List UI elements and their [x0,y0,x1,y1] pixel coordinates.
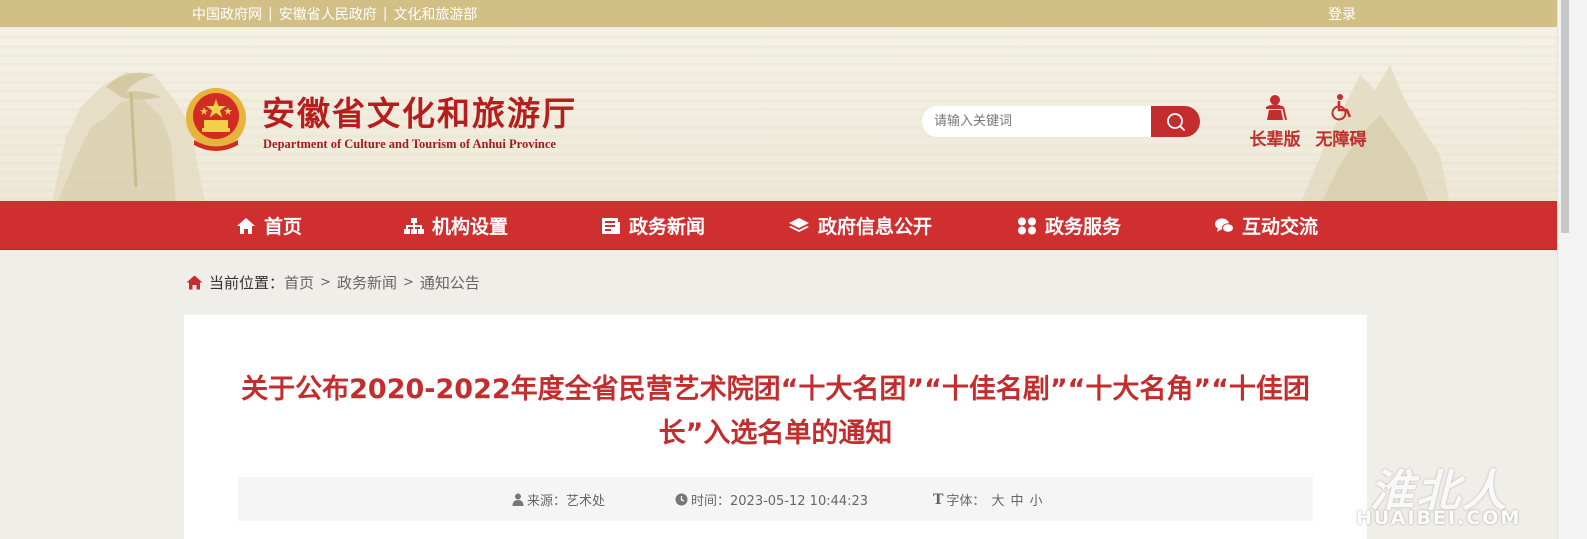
font-size-small[interactable]: 小 [1029,490,1042,509]
link-gov-cn[interactable]: 中国政府网 [192,4,262,24]
article-time: 时间：2023-05-12 10:44:23 [675,490,868,509]
watermark-en: HUAIBEI.COM [1356,507,1522,529]
breadcrumb-notices[interactable]: 通知公告 [420,272,480,293]
nav-item-news[interactable]: 政务新闻 [601,201,705,250]
breadcrumb-arrow: > [402,275,414,290]
breadcrumb-arrow: > [320,275,331,290]
font-icon: T [933,491,944,508]
article-title: 关于公布2020-2022年度全省民营艺术院团“十大名团”“十佳名剧”“十大名角… [241,374,1310,449]
org-chart-icon [404,217,424,234]
article-font-size: T 字体： 大 中 小 [933,490,1042,510]
main-nav: 首页 机构设置 政务新闻 政府信息公开 政务服务 互动交流 [0,201,1557,250]
elder-mode-label: 长辈版 [1249,130,1301,150]
nav-label: 机构设置 [432,216,509,238]
article-meta: 来源：艺术处 时间：2023-05-12 10:44:23 T 字体： 大 中 … [238,477,1313,521]
article-source: 来源：艺术处 [512,490,605,509]
separator: | [382,6,388,22]
page-scrollbar[interactable] [1557,0,1587,539]
grid-icon [1018,217,1036,234]
national-emblem-icon [186,88,246,151]
breadcrumb: 当前位置： 首页 > 政务新闻 > 通知公告 [186,272,480,293]
link-mct[interactable]: 文化和旅游部 [393,4,477,24]
home-icon [237,217,255,234]
news-icon [602,217,620,234]
accessibility-label: 无障碍 [1315,130,1367,150]
search-button[interactable] [1151,106,1200,137]
nav-item-interaction[interactable]: 互动交流 [1214,201,1318,250]
scrollbar-thumb[interactable] [1561,0,1569,233]
nav-label: 政务新闻 [629,216,706,238]
wheelchair-icon [1331,94,1352,121]
top-links: 中国政府网 | 安徽省人民政府 | 文化和旅游部 [192,4,477,24]
top-links-bar: 中国政府网 | 安徽省人民政府 | 文化和旅游部 登录 [0,0,1557,27]
watermark: 淮北人 HUAIBEI.COM [1356,455,1566,535]
nav-item-org[interactable]: 机构设置 [404,201,508,250]
breadcrumb-label: 当前位置： [209,274,285,292]
article-card: 关于公布2020-2022年度全省民营艺术院团“十大名团”“十佳名剧”“十大名角… [184,315,1367,539]
search-input[interactable] [922,106,1152,137]
nav-item-info-disclosure[interactable]: 政府信息公开 [788,201,932,250]
separator: | [268,6,273,22]
layers-icon [789,217,809,232]
time-text: 时间：2023-05-12 10:44:23 [691,494,869,509]
link-anhui-gov[interactable]: 安徽省人民政府 [279,4,377,24]
elder-icon [1266,95,1287,121]
login-link[interactable]: 登录 [1328,4,1356,24]
nav-label: 政府信息公开 [818,216,933,238]
accessibility-button[interactable]: 无障碍 [1311,93,1371,150]
nav-label: 互动交流 [1242,216,1319,238]
user-icon [512,493,524,506]
font-size-large[interactable]: 大 [991,490,1004,509]
search-icon [1166,112,1185,131]
font-size-medium[interactable]: 中 [1010,490,1023,509]
site-header: 安徽省文化和旅游厅 Department of Culture and Tour… [0,27,1557,201]
nav-label: 首页 [264,216,303,238]
home-icon [186,275,203,290]
source-text: 来源：艺术处 [527,494,606,509]
nav-label: 政务服务 [1045,216,1122,238]
site-title[interactable]: 安徽省文化和旅游厅 [262,87,577,135]
nav-item-home[interactable]: 首页 [236,201,302,250]
elder-mode-button[interactable]: 长辈版 [1245,93,1305,150]
site-subtitle: Department of Culture and Tourism of Anh… [263,137,556,151]
nav-item-services[interactable]: 政务服务 [1017,201,1121,250]
clock-icon [675,493,688,506]
chat-icon [1215,218,1234,233]
font-label: 字体： [946,494,986,509]
breadcrumb-news[interactable]: 政务新闻 [337,272,397,293]
breadcrumb-home[interactable]: 首页 [284,272,314,293]
